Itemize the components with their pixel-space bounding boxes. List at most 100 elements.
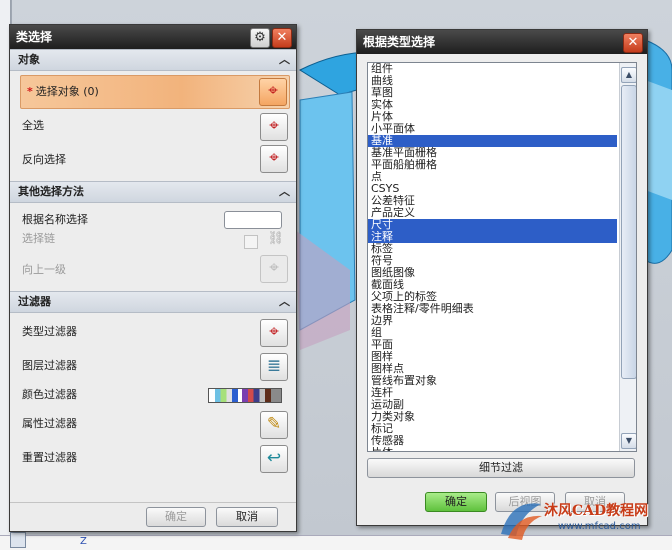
list-item[interactable]: 组 (368, 327, 617, 339)
required-star-icon: * (27, 85, 33, 98)
list-item[interactable]: 实体 (368, 99, 617, 111)
list-item[interactable]: 平面船舶栅格 (368, 159, 617, 171)
layers-icon[interactable]: ≣ (260, 353, 288, 381)
list-item[interactable]: 曲线 (368, 75, 617, 87)
list-item[interactable]: 截面线 (368, 279, 617, 291)
list-item[interactable]: 力类对象 (368, 411, 617, 423)
chevron-up-icon[interactable]: ︿ (279, 292, 290, 312)
list-item[interactable]: 片体 (368, 111, 617, 123)
watermark-url: www.mfcad.com (558, 521, 641, 532)
name-input[interactable] (224, 211, 282, 229)
layer-filter-row: 图层过滤器 ≣ (10, 349, 296, 383)
list-item[interactable]: 片体 (368, 447, 617, 451)
cancel-button[interactable]: 取消 (216, 507, 278, 527)
scroll-thumb[interactable] (621, 85, 636, 379)
list-item[interactable]: 父项上的标签 (368, 291, 617, 303)
up-level-label: 向上一级 (22, 263, 66, 276)
chevron-up-icon[interactable]: ︿ (279, 182, 290, 202)
tag-icon[interactable]: ✎ (260, 411, 288, 439)
list-item[interactable]: 尺寸 (368, 219, 617, 231)
invert-selection-button[interactable]: ⌖ (260, 145, 288, 173)
up-level-button[interactable]: ⌖ (260, 255, 288, 283)
dialog-footer: 确定 取消 (10, 502, 296, 531)
list-item[interactable]: 图样点 (368, 363, 617, 375)
list-item[interactable]: 图纸图像 (368, 267, 617, 279)
scroll-down-icon[interactable]: ▼ (621, 433, 636, 449)
detail-filter-button[interactable]: 细节过滤 (367, 458, 635, 478)
class-selection-dialog: 类选择 ⚙ ✕ 对象 ︿ * 选择对象 (0) ⌖ 全选 ⌖ 反向选择 ⌖ 其他选… (9, 24, 297, 532)
section-header-filters[interactable]: 过滤器 ︿ (10, 291, 296, 313)
list-item[interactable]: 产品定义 (368, 207, 617, 219)
axis-label: Z (80, 536, 87, 547)
type-filter-label: 类型过滤器 (22, 325, 77, 338)
up-level-row: 向上一级 ⌖ (10, 253, 296, 287)
crosshair-select-icon[interactable]: ⌖ (259, 78, 287, 106)
list-item[interactable]: 连杆 (368, 387, 617, 399)
ok-button[interactable]: 确定 (146, 507, 206, 527)
chain-icon: ⛓ (267, 231, 284, 246)
list-item[interactable]: 传感器 (368, 435, 617, 447)
dialog-title-bar[interactable]: 根据类型选择 ✕ (357, 30, 647, 54)
attribute-filter-label: 属性过滤器 (22, 417, 77, 430)
list-item[interactable]: 草图 (368, 87, 617, 99)
layer-filter-label: 图层过滤器 (22, 359, 77, 372)
list-item[interactable]: 表格注释/零件明细表 (368, 303, 617, 315)
list-item[interactable]: 基准平面栅格 (368, 147, 617, 159)
list-item[interactable]: CSYS (368, 183, 617, 195)
list-item[interactable]: 边界 (368, 315, 617, 327)
section-title: 对象 (18, 53, 40, 66)
reset-arrow-icon[interactable]: ↩ (260, 445, 288, 473)
list-item[interactable]: 标签 (368, 243, 617, 255)
color-swatch[interactable] (208, 388, 282, 403)
list-item[interactable]: 点 (368, 171, 617, 183)
type-list[interactable]: 组件 曲线 草图 实体 片体 小平面体 基准 基准平面栅格 平面船舶栅格点 CSYS 公差特征 产品定… (367, 62, 637, 452)
dialog-title-bar[interactable]: 类选择 ⚙ ✕ (10, 25, 296, 49)
reset-filter-row: 重置过滤器 ↩ (10, 441, 296, 475)
chevron-up-icon[interactable]: ︿ (279, 50, 290, 70)
select-chain-label: 选择链 (22, 232, 55, 245)
type-list-items: 组件 曲线 草图 实体 片体 小平面体 基准 基准平面栅格 平面船舶栅格点 CSYS 公差特征 产品定… (368, 63, 636, 451)
list-item[interactable]: 组件 (368, 63, 617, 75)
section-title: 其他选择方法 (18, 185, 84, 198)
dialog-title: 类选择 (16, 30, 53, 44)
color-filter-label: 颜色过滤器 (22, 388, 77, 401)
select-all-button[interactable]: ⌖ (260, 113, 288, 141)
dialog-title: 根据类型选择 (363, 35, 436, 49)
list-item[interactable]: 标记 (368, 423, 617, 435)
type-filter-row: 类型过滤器 ⌖ (10, 315, 296, 349)
watermark: 沐风CAD教程网 www.mfcad.com (496, 488, 672, 548)
watermark-text: 沐风CAD教程网 (544, 503, 649, 519)
section-header-other-methods[interactable]: 其他选择方法 ︿ (10, 181, 296, 203)
section-header-objects[interactable]: 对象 ︿ (10, 49, 296, 71)
list-item[interactable]: 符号 (368, 255, 617, 267)
select-all-row: 全选 ⌖ (10, 109, 296, 143)
list-item[interactable]: 管线布置对象 (368, 375, 617, 387)
invert-selection-label: 反向选择 (22, 153, 66, 166)
ok-button[interactable]: 确定 (425, 492, 487, 512)
attribute-filter-row: 属性过滤器 ✎ (10, 407, 296, 441)
section-title: 过滤器 (18, 295, 51, 308)
list-item[interactable]: 公差特征 (368, 195, 617, 207)
list-item[interactable]: 注释 (368, 231, 617, 243)
scroll-up-icon[interactable]: ▲ (621, 67, 636, 83)
reset-filter-label: 重置过滤器 (22, 451, 77, 464)
list-item[interactable]: 基准 (368, 135, 617, 147)
gear-icon[interactable]: ⚙ (250, 28, 270, 48)
select-all-label: 全选 (22, 119, 44, 132)
list-item[interactable]: 运动副 (368, 399, 617, 411)
funnel-filter-icon[interactable]: ⌖ (260, 319, 288, 347)
color-filter-row: 颜色过滤器 (10, 383, 296, 407)
scrollbar[interactable]: ▲ ▼ (619, 63, 636, 451)
select-by-name-label: 根据名称选择 (22, 213, 88, 226)
select-object-label: 选择对象 (0) (35, 85, 99, 98)
close-icon[interactable]: ✕ (623, 33, 643, 53)
select-object-row[interactable]: * 选择对象 (0) ⌖ (20, 75, 290, 109)
list-item[interactable]: 图样 (368, 351, 617, 363)
corner-icon (10, 532, 26, 548)
watermark-logo-icon (501, 503, 542, 540)
close-icon[interactable]: ✕ (272, 28, 292, 48)
list-item[interactable]: 小平面体 (368, 123, 617, 135)
chain-checkbox[interactable] (244, 235, 258, 249)
select-by-type-dialog: 根据类型选择 ✕ 组件 曲线 草图 实体 片体 小平面体 基准 基准平面栅格 平面船舶栅格点 CS… (356, 29, 648, 526)
list-item[interactable]: 平面 (368, 339, 617, 351)
